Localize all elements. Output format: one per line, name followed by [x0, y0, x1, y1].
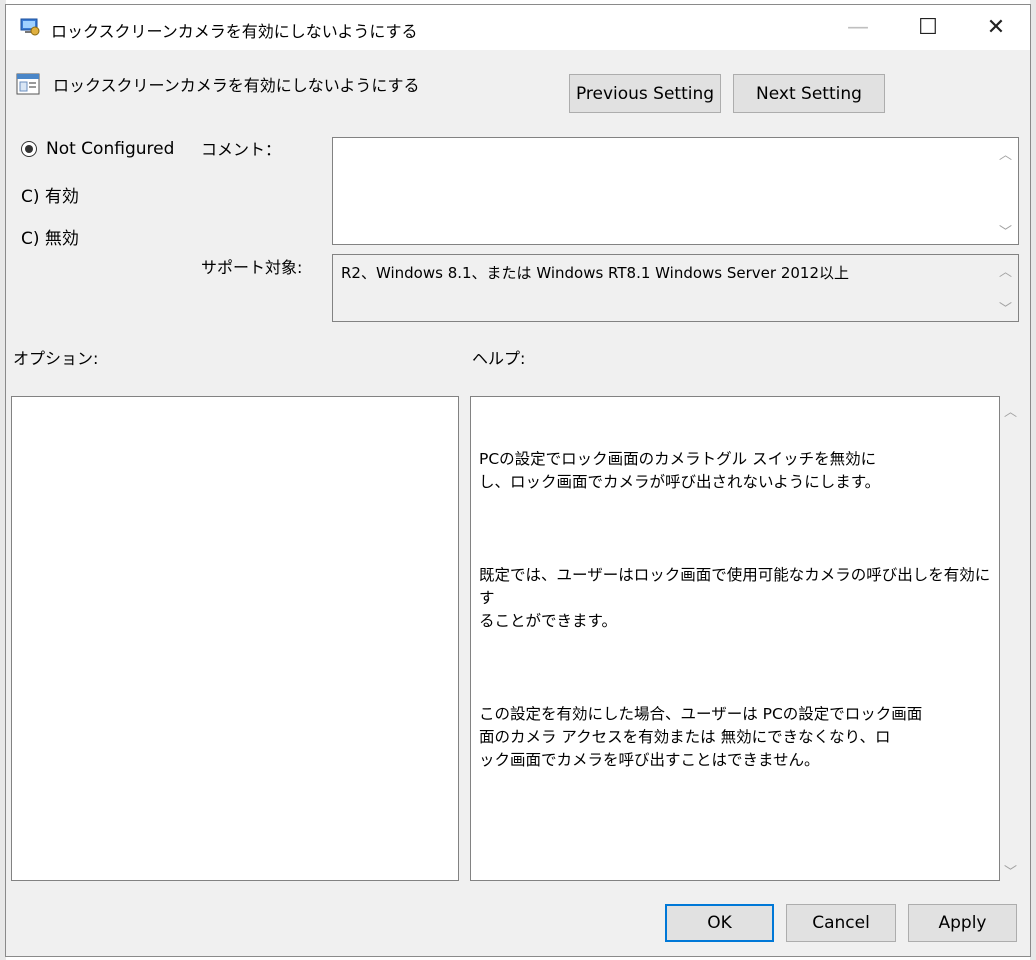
setting-title: ロックスクリーンカメラを有効にしないようにする	[53, 76, 420, 95]
help-paragraph: 既定では、ユーザーはロック画面で使用可能なカメラの呼び出しを有効にす ることがで…	[479, 566, 991, 630]
radio-not-configured[interactable]: Not Configured	[21, 139, 174, 159]
help-text: PCの設定でロック画面のカメラトグル スイッチを無効に し、ロック画面でカメラが…	[479, 402, 997, 842]
group-policy-icon	[20, 18, 40, 36]
window-title: ロックスクリーンカメラを有効にしないようにする	[51, 22, 418, 41]
supported-on-field: R2、Windows 8.1、または Windows RT8.1 Windows…	[332, 254, 1019, 322]
comment-label: コメント：	[201, 140, 282, 159]
comment-textarea[interactable]: ︿ ﹀	[332, 137, 1019, 245]
maximize-button[interactable]: ☐	[896, 5, 960, 50]
apply-button[interactable]: Apply	[908, 904, 1017, 942]
supported-on-value: R2、Windows 8.1、または Windows RT8.1 Windows…	[341, 264, 850, 282]
help-label: ヘルプ:	[472, 349, 526, 368]
scroll-down-arrow-icon[interactable]: ﹀	[999, 298, 1012, 317]
scroll-down-arrow-icon[interactable]: ﹀	[1004, 861, 1017, 880]
ok-button[interactable]: OK	[665, 904, 774, 942]
radio-label-enabled: C) 有効	[21, 187, 79, 207]
policy-setting-dialog: ロックスクリーンカメラを有効にしないようにする — ☐ ✕ ロックスクリーンカメ…	[5, 4, 1031, 957]
help-paragraph: PCの設定でロック画面のカメラトグル スイッチを無効に し、ロック画面でカメラが…	[479, 450, 881, 491]
help-panel: PCの設定でロック画面のカメラトグル スイッチを無効に し、ロック画面でカメラが…	[470, 396, 1000, 881]
radio-enabled[interactable]: C) 有効	[21, 182, 79, 207]
radio-disabled[interactable]: C) 無効	[21, 224, 79, 249]
radio-label-disabled: C) 無効	[21, 229, 79, 249]
minimize-button[interactable]: —	[826, 5, 890, 50]
previous-setting-button[interactable]: Previous Setting	[569, 74, 721, 113]
options-label: オプション:	[13, 349, 99, 368]
title-bar: ロックスクリーンカメラを有効にしないようにする — ☐ ✕	[6, 5, 1030, 50]
policy-setting-icon	[16, 73, 40, 95]
scroll-up-arrow-icon[interactable]: ︿	[999, 144, 1012, 163]
scroll-up-arrow-icon[interactable]: ︿	[999, 261, 1012, 280]
options-panel	[11, 396, 459, 881]
radio-checked-indicator	[21, 141, 37, 157]
supported-on-label: サポート対象:	[201, 258, 303, 277]
close-button[interactable]: ✕	[964, 5, 1028, 50]
help-paragraph: この設定を有効にした場合、ユーザーは PCの設定でロック画面 面のカメラ アクセ…	[479, 705, 923, 769]
cancel-button[interactable]: Cancel	[786, 904, 896, 942]
next-setting-button[interactable]: Next Setting	[733, 74, 885, 113]
radio-label-not-configured: Not Configured	[46, 139, 175, 159]
scroll-up-arrow-icon[interactable]: ︿	[1004, 401, 1017, 420]
scroll-down-arrow-icon[interactable]: ﹀	[999, 221, 1012, 240]
